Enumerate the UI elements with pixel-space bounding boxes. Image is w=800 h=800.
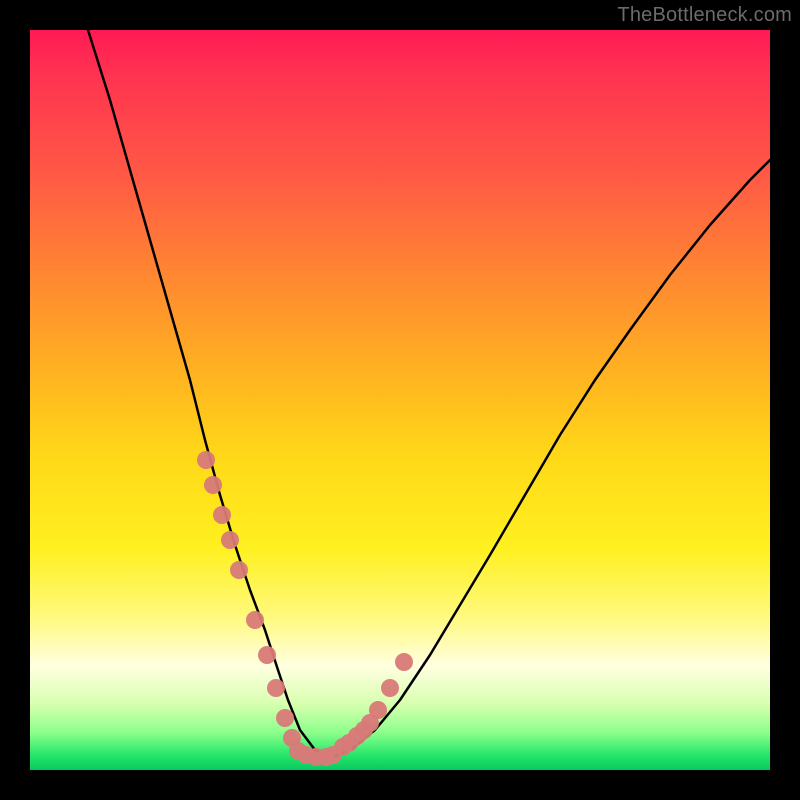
chart-frame: TheBottleneck.com [0, 0, 800, 800]
plot-area [30, 30, 770, 770]
watermark-text: TheBottleneck.com [617, 4, 792, 27]
gradient-background [30, 30, 770, 770]
